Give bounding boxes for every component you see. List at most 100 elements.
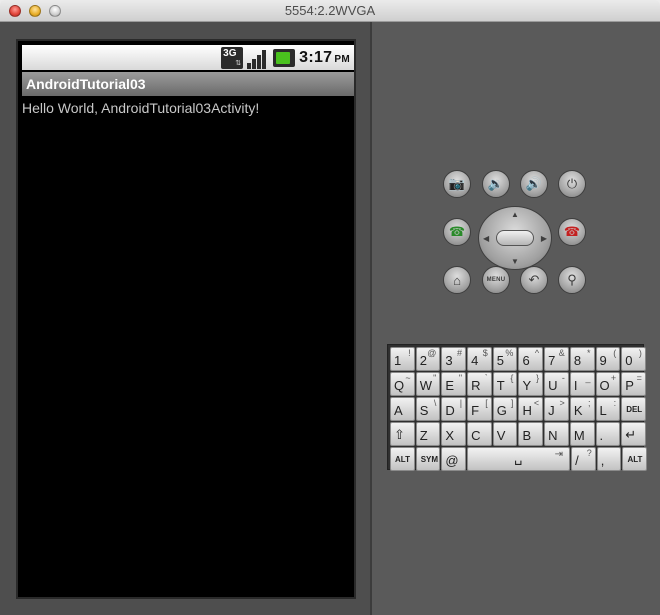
key-label: L (599, 403, 607, 418)
key-row3-3[interactable]: F[ (467, 397, 492, 421)
key-label: M (573, 428, 585, 443)
key-alt-label: ; (587, 398, 591, 408)
key-row2-0[interactable]: Q ~ (390, 372, 415, 396)
key-alt-label: ` (484, 373, 488, 383)
key-row1-3[interactable]: 4 $ (467, 347, 492, 371)
key-row3-0[interactable]: A (390, 397, 415, 421)
phone-call-icon: ☎ (448, 224, 466, 239)
key-row2-2[interactable]: E " (441, 372, 467, 396)
hello-text: Hello World, AndroidTutorial03Activity! (22, 100, 260, 116)
dpad-left-icon[interactable]: ◀ (483, 234, 489, 243)
key-row3-4[interactable]: G] (492, 397, 518, 421)
key-alt-label: : (613, 398, 617, 408)
key-row4-6[interactable]: N (544, 422, 569, 446)
key-row1-8[interactable]: 9( (595, 347, 621, 371)
key-row2-8[interactable]: O + (595, 372, 621, 396)
volume-down-icon: 🔉 (487, 176, 505, 191)
key-row5-2[interactable]: @ (441, 447, 467, 471)
key-row4-5[interactable]: B (518, 422, 544, 446)
dpad-right-icon[interactable]: ▶ (541, 234, 547, 243)
key-row2-5[interactable]: Y} (518, 372, 544, 396)
key-row4-9[interactable]: ↵ (621, 422, 646, 446)
key-label: S (419, 403, 429, 418)
key-alt-label: = (636, 373, 642, 383)
key-label: F (471, 403, 480, 418)
camera-button[interactable]: 📷 (443, 170, 471, 198)
key-label: B (522, 428, 532, 443)
key-row5-1[interactable]: SYM (415, 447, 441, 471)
key-alt-label: ) (638, 348, 642, 358)
key-row5-4[interactable]: /? (571, 447, 596, 471)
home-button[interactable]: ⌂ (443, 266, 471, 294)
dpad-down-icon[interactable]: ▼ (511, 257, 519, 266)
key-row3-8[interactable]: L: (595, 397, 621, 421)
key-row1-2[interactable]: 3 # (441, 347, 467, 371)
key-row2-6[interactable]: U- (544, 372, 569, 396)
key-label: / (575, 453, 579, 468)
dpad[interactable]: ▲ ▼ ◀ ▶ (478, 206, 552, 270)
key-row2-3[interactable]: R ` (467, 372, 492, 396)
volume-up-button[interactable]: 🔊 (520, 170, 548, 198)
key-row2-9[interactable]: P = (621, 372, 646, 396)
key-row4-8[interactable]: . (595, 422, 621, 446)
key-row3-1[interactable]: S \ (415, 397, 441, 421)
key-row4-2[interactable]: X (441, 422, 467, 446)
key-label: C (471, 428, 481, 443)
key-row5-6[interactable]: ALT (622, 447, 648, 471)
key-row4-3[interactable]: C (467, 422, 492, 446)
key-row3-9[interactable]: DEL (621, 397, 646, 421)
key-row1-4[interactable]: 5% (492, 347, 518, 371)
key-row2-7[interactable]: I _ (569, 372, 595, 396)
key-row1-9[interactable]: 0) (621, 347, 646, 371)
window-titlebar[interactable]: 5554:2.2WVGA (0, 0, 660, 22)
key-row3-2[interactable]: D | (441, 397, 467, 421)
key-row2-1[interactable]: W " (415, 372, 441, 396)
key-label: H (522, 403, 532, 418)
key-row5-0[interactable]: ALT (390, 447, 415, 471)
key-row1-6[interactable]: 7 & (544, 347, 569, 371)
key-label: 4 (471, 353, 479, 368)
key-label: 7 (548, 353, 556, 368)
key-alt-label: $ (482, 348, 488, 358)
key-row2-4[interactable]: T{ (492, 372, 518, 396)
search-button[interactable]: ⚲ (558, 266, 586, 294)
key-alt-label: " (433, 373, 437, 383)
emulator-body: 3G ⇅ 3:17 PM AndroidTutorial03 Hello World… (0, 22, 660, 615)
key-alt-label: * (586, 348, 591, 358)
key-row3-7[interactable]: K; (569, 397, 595, 421)
search-icon: ⚲ (567, 272, 577, 287)
key-label: Q (394, 378, 405, 393)
key-label: G (496, 403, 507, 418)
key-alt-label: > (559, 398, 565, 408)
device-screen[interactable]: 3G ⇅ 3:17 PM AndroidTutorial03 Hello World… (16, 39, 356, 599)
key-row5-5[interactable]: , (596, 447, 622, 471)
end-call-button[interactable]: ☎ (558, 218, 586, 246)
key-row3-6[interactable]: J > (544, 397, 569, 421)
power-button[interactable]: ⏻ (558, 170, 586, 198)
back-button[interactable]: ↶ (520, 266, 548, 294)
key-label: ALT (627, 455, 643, 464)
key-label: 6 (522, 353, 530, 368)
key-alt-label: ] (510, 398, 514, 408)
call-button[interactable]: ☎ (443, 218, 471, 246)
key-row4-1[interactable]: Z (415, 422, 441, 446)
dpad-up-icon[interactable]: ▲ (511, 210, 519, 219)
menu-button[interactable]: MENU (482, 266, 510, 294)
key-row1-0[interactable]: 1! (390, 347, 415, 371)
key-label: ␣ (514, 450, 523, 465)
volume-down-button[interactable]: 🔉 (482, 170, 510, 198)
key-alt-label: @ (427, 348, 437, 358)
key-row4-0[interactable]: ⇧ (390, 422, 415, 446)
key-row1-5[interactable]: 6 ^ (518, 347, 544, 371)
screen-frame: 3G ⇅ 3:17 PM AndroidTutorial03 Hello World… (0, 22, 372, 615)
key-row5-3[interactable]: ␣ ⇥ (467, 447, 571, 471)
key-label: 2 (419, 353, 427, 368)
key-row1-1[interactable]: 2 @ (415, 347, 441, 371)
key-row1-7[interactable]: 8 * (569, 347, 595, 371)
key-alt-label: ( (613, 348, 617, 358)
dpad-center-button[interactable] (496, 230, 534, 246)
key-row4-7[interactable]: M (569, 422, 595, 446)
key-row3-5[interactable]: H < (518, 397, 544, 421)
key-row4-4[interactable]: V (492, 422, 518, 446)
key-label: J (548, 403, 555, 418)
